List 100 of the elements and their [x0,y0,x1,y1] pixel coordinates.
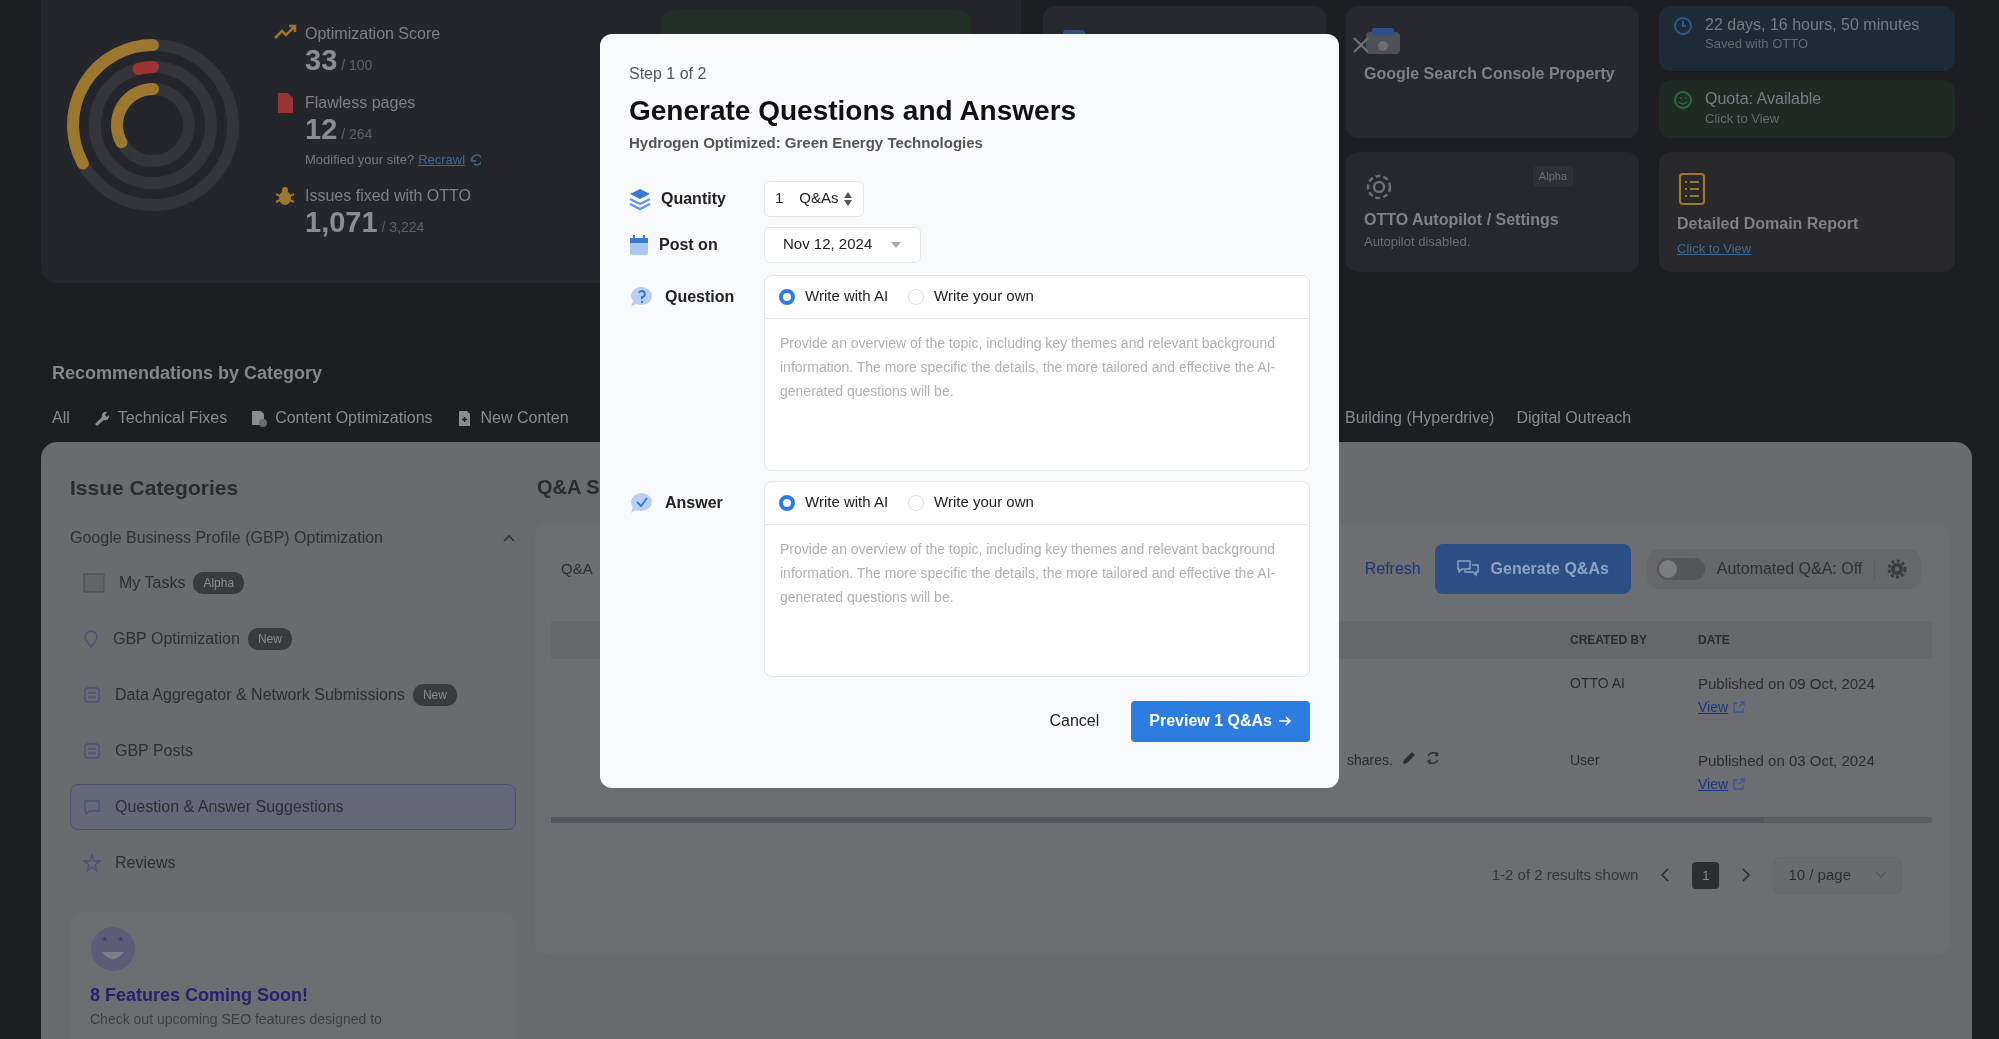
checklist-icon [1677,172,1707,206]
category-item[interactable]: GBP Optimization New [70,615,516,662]
category-item[interactable]: Question & Answer Suggestions [70,783,516,830]
panel-title: Issue Categories [70,475,239,501]
category-tab[interactable]: Digital Outreach [1516,406,1632,430]
category-group-header[interactable]: Google Business Profile (GBP) Optimization [70,525,516,550]
refresh-icon[interactable] [1424,750,1441,766]
table-cell-text: Published on 09 Oct, 2024 [1698,674,1876,694]
column-header: DATE [1698,632,1731,649]
metric-label: Optimization Score [305,24,441,44]
caret-down-icon [890,240,903,249]
chevron-right-icon[interactable] [1741,868,1752,883]
close-icon[interactable] [1352,36,1370,54]
recrawl-link[interactable]: Recrawl [418,150,466,170]
pencil-icon[interactable] [1400,750,1417,766]
settings-card[interactable]: OTTO Autopilot / Settings Autopilot disabled. Alpha [1346,152,1639,272]
metric-label: Issues fixed with OTTO [305,185,471,206]
external-link-icon [1732,777,1746,791]
category-item[interactable]: Data Aggregator & Network Submissions New [70,671,516,718]
card-title: Quota: Available [1705,90,1822,109]
horizontal-scrollbar[interactable] [551,817,1932,823]
refresh-icon[interactable] [469,153,482,166]
radio-option[interactable]: Write with AI [779,285,889,308]
cancel-button[interactable]: Cancel [1035,701,1114,741]
radio-option[interactable]: Write your own [908,491,1034,514]
page-button[interactable]: 1 [1692,861,1720,889]
card-title: Google Search Console Property [1364,64,1616,84]
checkbox-icon [83,572,105,593]
smiley-star-eyes-icon [90,925,136,972]
document-check-icon [249,409,268,427]
category-tab[interactable]: Building (Hyperdrive) [1345,406,1495,430]
category-item[interactable]: Reviews [70,839,516,886]
refresh-link[interactable]: Refresh [1364,557,1421,581]
table-cell: OTTO AI [1570,675,1625,691]
list-icon [83,741,101,760]
category-tab[interactable]: All [52,406,70,430]
metric-total: / 3,224 [381,218,425,235]
card-subtitle: Saved with OTTO [1705,35,1810,54]
view-link[interactable]: View [1698,773,1746,795]
modal-title: Generate Questions and Answers [629,94,1078,128]
status-badge: New [412,683,457,706]
page-size-select[interactable]: 10 / page [1773,857,1902,894]
stepper-arrows-icon [842,190,853,207]
check-bubble-icon [629,490,655,515]
recrawl-note: Modified your site? [305,151,415,169]
qa-tab[interactable]: Q&A [561,557,593,581]
pin-icon [83,629,99,648]
section-heading: Recommendations by Category [52,362,323,385]
quota-card[interactable]: Quota: Available Click to View [1659,80,1955,138]
category-item[interactable]: My Tasks Alpha [70,559,516,606]
category-tab[interactable]: Content Optimizations [249,406,433,430]
date-picker[interactable]: Nov 12, 2024 [764,226,922,263]
star-icon [83,853,101,872]
category-tab[interactable]: Technical Fixes [91,406,228,430]
chat-bubbles-icon [1456,560,1479,578]
chat-icon [83,797,101,816]
results-summary: 1-2 of 2 results shown [1491,865,1639,885]
metric-label: Flawless pages [305,93,417,113]
quantity-stepper[interactable]: 1 Q&As [764,180,864,217]
category-tab[interactable]: New Conten [454,406,569,430]
toggle-switch[interactable] [1656,558,1705,580]
radio-option[interactable]: Write your own [908,285,1034,308]
answer-text-area[interactable]: Provide an overview of the topic, including key themes and relevant background information. The more specific the details, the more tailored and effective the AI-generated questions will be. [764,524,1310,677]
table-cell-text: shares. [1347,751,1393,770]
panel-title: Q&A S [537,475,600,500]
question-text-area[interactable]: Provide an overview of the topic, including key themes and relevant background information. The more specific the details, the more tailored and effective the AI-generated questions will be. [764,318,1310,471]
chevron-left-icon[interactable] [1660,868,1671,883]
settings-icon[interactable] [1887,559,1908,579]
gsc-card[interactable]: Google Search Console Property [1346,6,1639,138]
column-header: CREATED BY [1570,632,1649,649]
layers-icon [629,187,651,210]
view-link[interactable]: Click to View [1677,241,1752,256]
status-badge: Alpha [193,571,245,594]
card-title: 22 days, 16 hours, 50 minutes [1705,16,1920,35]
card-title: OTTO Autopilot / Settings [1364,210,1560,230]
external-link-icon [1732,700,1746,714]
table-cell-text: Published on 03 Oct, 2024 [1698,751,1876,771]
view-link[interactable]: View [1698,696,1746,718]
console-icon [1364,26,1402,56]
card-title: Detailed Domain Report [1677,214,1860,234]
category-item[interactable]: GBP Posts [70,727,516,774]
arrow-right-icon [1278,715,1292,727]
generate-button[interactable]: Generate Q&As [1434,544,1631,594]
status-badge: New [247,627,292,650]
list-icon [83,685,101,704]
report-card[interactable]: Detailed Domain Report Click to View [1659,152,1955,272]
automation-label: Automated Q&A: Off [1716,559,1863,579]
preview-button[interactable]: Preview 1 Q&As [1131,700,1310,742]
promo-title: 8 Features Coming Soon! [90,983,310,1007]
field-label: Answer [665,492,723,513]
card-subtitle: Click to View [1705,109,1781,128]
calendar-icon [629,233,649,256]
table-cell: User [1570,752,1600,768]
step-label: Step 1 of 2 [629,64,708,84]
gear-icon [1364,172,1394,202]
field-label: Quantity [661,188,726,209]
field-label: Question [665,286,735,307]
metric-value: 1,071 [305,205,378,238]
radio-option[interactable]: Write with AI [779,491,889,514]
question-bubble-icon [629,284,655,309]
